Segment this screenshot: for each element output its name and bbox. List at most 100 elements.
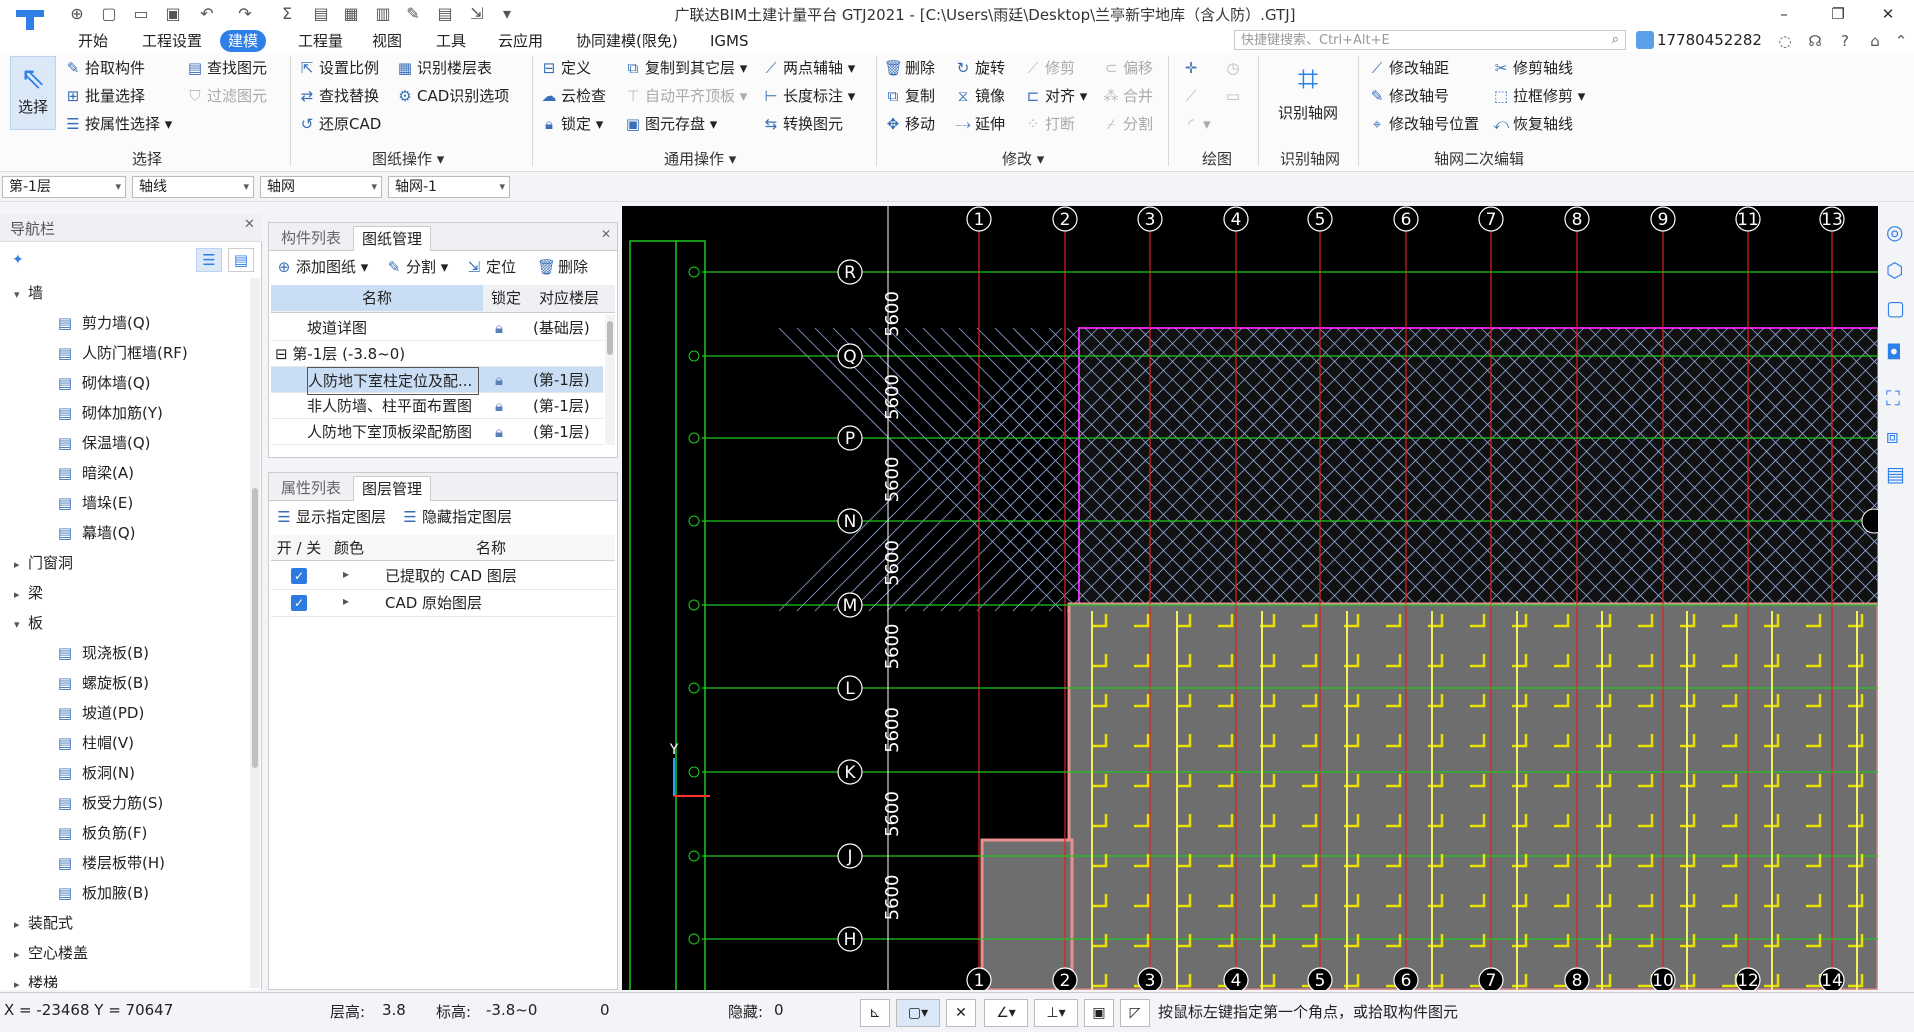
shortcut-search-input[interactable]: 快捷键搜索、Ctrl+Alt+E ⌕ (1234, 30, 1626, 50)
layer-view-icon[interactable]: ⧈ (1886, 424, 1899, 448)
3d-view-icon[interactable]: ⬡ (1886, 258, 1903, 282)
modify-axis-distance-button[interactable]: ⟋ 修改轴距 (1368, 56, 1449, 80)
expand-icon[interactable]: ▸ (14, 580, 28, 610)
ribbon-collapse-icon[interactable]: ⌃ (1890, 30, 1912, 52)
group-label-modify[interactable]: 修改 ▾ (1002, 148, 1044, 169)
menu-modeling[interactable]: 建模 (220, 30, 267, 52)
layer-row[interactable]: ✓ ▸ 已提取的 CAD 图层 (271, 563, 615, 590)
convert-element-button[interactable]: ⇆ 转换图元 (762, 112, 843, 136)
pick-component-button[interactable]: ✎ 拾取构件 (64, 56, 145, 80)
set-scale-button[interactable]: ⇱ 设置比例 (298, 56, 379, 80)
nav-item[interactable]: ▤ 螺旋板(B) (54, 668, 149, 698)
offset-button[interactable]: ⊂ 偏移 (1102, 56, 1153, 80)
snap-mode-button[interactable]: ▢▾ (896, 999, 940, 1027)
list-view-icon[interactable]: ☰ (196, 248, 222, 272)
nav-category[interactable]: ▸ 装配式 (14, 908, 73, 938)
expand-icon[interactable]: ▸ (343, 594, 349, 608)
new-file-icon[interactable]: ⊕ (66, 3, 88, 25)
move-button[interactable]: ✥ 移动 (884, 112, 935, 136)
orbit-icon[interactable]: ◎ (1886, 220, 1903, 244)
batch-select-button[interactable]: ⊞ 批量选择 (64, 84, 145, 108)
locate-button[interactable]: ⇲ 定位 (465, 255, 516, 279)
more-icon[interactable]: ▾ (496, 3, 518, 25)
tab-component-list[interactable]: 构件列表 (273, 226, 349, 251)
tile-view-icon[interactable]: ▤ (228, 248, 254, 272)
cross-select-button[interactable]: ✕ (946, 999, 976, 1027)
define-button[interactable]: ⊟ 定义 (540, 56, 591, 80)
user-account[interactable]: 17780452282 (1636, 29, 1762, 51)
mirror-button[interactable]: ⧖ 镜像 (954, 84, 1005, 108)
dynamic-input-button[interactable]: ◸ (1120, 999, 1150, 1027)
nav-item[interactable]: ▤ 现浇板(B) (54, 638, 149, 668)
nav-item[interactable]: ▤ 保温墙(Q) (54, 428, 151, 458)
modify-axis-number-button[interactable]: ✎ 修改轴号 (1368, 84, 1449, 108)
lock-icon[interactable]: 🔒︎ (495, 419, 519, 445)
expand-icon[interactable]: ▸ (343, 567, 349, 581)
service-icon[interactable]: ☊ (1804, 30, 1826, 52)
select-by-attribute-button[interactable]: ☰ 按属性选择 ▾ (64, 112, 172, 136)
subtype-select[interactable]: 轴网 (260, 176, 382, 198)
nav-category[interactable]: ▸ 楼梯 (14, 968, 58, 988)
menu-collab[interactable]: 协同建模(限免) (568, 30, 686, 52)
drawing-table-scrollbar[interactable] (605, 315, 615, 445)
restore-button[interactable]: ❐ (1818, 2, 1858, 26)
screen-button[interactable]: ▣ (1084, 999, 1114, 1027)
nav-item[interactable]: ▤ 暗梁(A) (54, 458, 134, 488)
identify-floor-table-button[interactable]: ▦ 识别楼层表 (396, 56, 492, 80)
lock-icon[interactable]: 🔒︎ (495, 315, 519, 341)
draw-line-button[interactable]: ⟋ (1182, 84, 1203, 108)
cloud-check-button[interactable]: ☁ 云检查 (540, 84, 607, 108)
nav-category[interactable]: ▸ 空心楼盖 (14, 938, 88, 968)
floor-select[interactable]: 第-1层 (2, 176, 126, 198)
export-icon[interactable]: ⇲ (466, 3, 488, 25)
redo-icon[interactable]: ↷ (234, 3, 256, 25)
angle-button[interactable]: ∠▾ (984, 999, 1028, 1027)
hide-layer-button[interactable]: ☰ 隐藏指定图层 (401, 505, 512, 529)
collapse-icon[interactable]: ⊟ (275, 345, 292, 363)
panel-close-icon[interactable]: ✕ (601, 227, 611, 241)
rotate-button[interactable]: ↻ 旋转 (954, 56, 1005, 80)
nav-category[interactable]: ▾ 板 (14, 608, 43, 638)
nav-item[interactable]: ▤ 楼层板带(H) (54, 848, 165, 878)
nav-close-icon[interactable]: ✕ (244, 217, 255, 232)
expand-icon[interactable]: ▸ (14, 910, 28, 940)
nav-item[interactable]: ▤ 墙垛(E) (54, 488, 133, 518)
blank-file-icon[interactable]: ▢ (98, 3, 120, 25)
delete-button[interactable]: 🗑︎ 删除 (884, 56, 935, 80)
property-view-icon[interactable]: ▤ (1886, 462, 1905, 486)
draw-rect-button[interactable]: ▭ (1224, 84, 1245, 108)
cad-drawing[interactable]: 1234567891113151234567810121416RQPNMLKJH… (622, 206, 1878, 990)
nav-item[interactable]: ▤ 幕墙(Q) (54, 518, 136, 548)
nav-category[interactable]: ▾ 墙 (14, 278, 43, 308)
expand-icon[interactable]: ▸ (14, 550, 28, 580)
nav-pin-icon[interactable]: ✦ (12, 252, 24, 268)
nav-item[interactable]: ▤ 板洞(N) (54, 758, 135, 788)
drawing-group-row[interactable]: ⊟ 第-1层 (-3.8~0) (271, 341, 603, 367)
collapse-icon[interactable]: ▾ (14, 280, 28, 310)
delete-drawing-button[interactable]: 🗑︎ 删除 (537, 255, 588, 279)
nav-item[interactable]: ▤ 坡道(PD) (54, 698, 144, 728)
nav-item[interactable]: ▤ 板负筋(F) (54, 818, 147, 848)
menu-igms[interactable]: IGMS (702, 30, 757, 52)
tab-drawing-management[interactable]: 图纸管理 (353, 226, 432, 251)
split-button[interactable]: ⌿ 分割 (1102, 112, 1153, 136)
identify-axis-button[interactable]: ⌗ 识别轴网 (1268, 58, 1348, 123)
type-select[interactable]: 轴线 (132, 176, 254, 198)
box-view-icon[interactable]: ▢ (1886, 296, 1905, 320)
break-button[interactable]: ⁘ 打断 (1024, 112, 1075, 136)
menu-view[interactable]: 视图 (364, 30, 410, 52)
align-button[interactable]: ⊏ 对齐 ▾ (1024, 84, 1088, 108)
lock-button[interactable]: 🔒︎ 锁定 ▾ (540, 112, 603, 136)
find-replace-button[interactable]: ⇄ 查找替换 (298, 84, 379, 108)
box-trim-button[interactable]: ⬚ 拉框修剪 ▾ (1492, 84, 1585, 108)
menu-quantity[interactable]: 工程量 (290, 30, 351, 52)
trim-axis-button[interactable]: ✂ 修剪轴线 (1492, 56, 1573, 80)
expand-icon[interactable]: ▸ (14, 970, 28, 988)
sum-icon[interactable]: Σ (276, 3, 298, 25)
lock-icon[interactable]: 🔒︎ (495, 367, 519, 393)
menu-tools[interactable]: 工具 (428, 30, 474, 52)
modify-axis-number-pos-button[interactable]: ⌖ 修改轴号位置 (1368, 112, 1479, 136)
open-folder-icon[interactable]: ▭ (130, 3, 152, 25)
help-icon[interactable]: ? (1834, 30, 1856, 52)
merge-button[interactable]: ⁂ 合并 (1102, 84, 1154, 108)
